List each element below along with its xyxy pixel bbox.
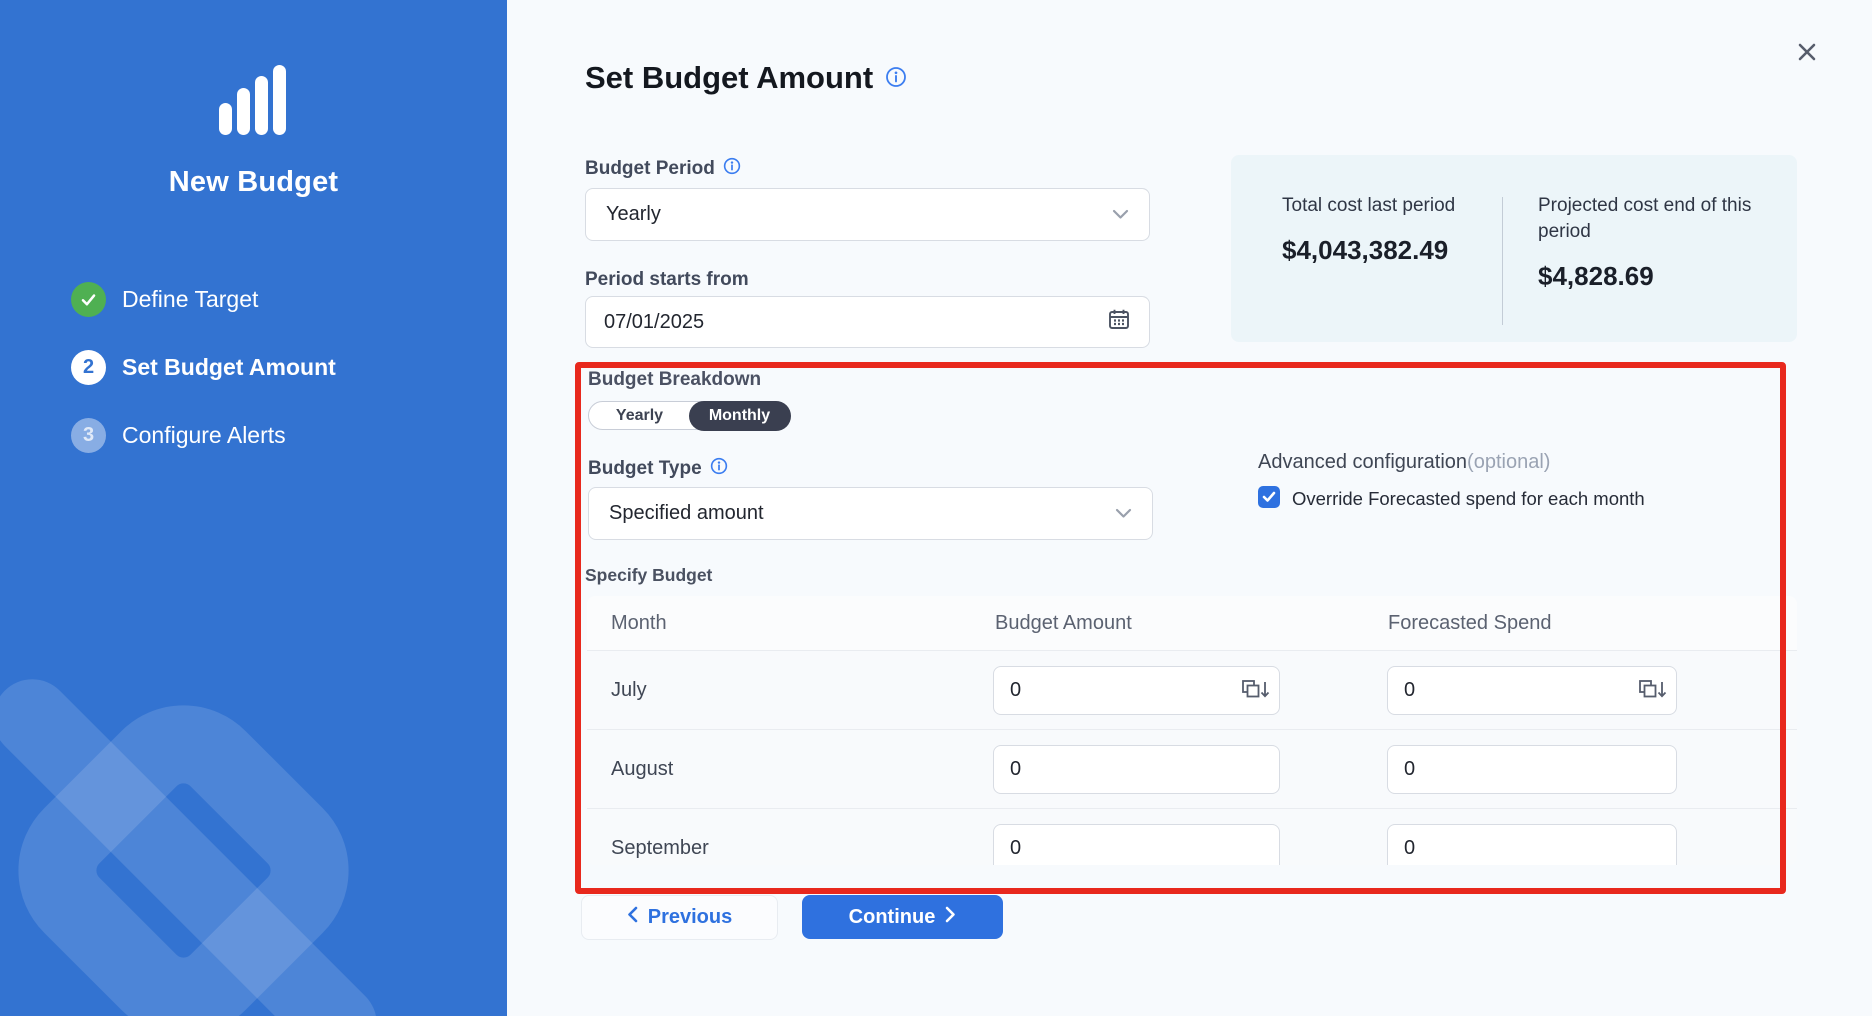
budget-amount-input[interactable] — [993, 745, 1280, 794]
step-number-badge: 2 — [71, 350, 106, 385]
cost-summary-panel: Total cost last period $4,043,382.49 Pro… — [1231, 155, 1797, 342]
chevron-down-icon — [1115, 502, 1132, 525]
chevron-left-icon — [627, 906, 638, 929]
period-starts-label: Period starts from — [585, 269, 749, 291]
continue-button[interactable]: Continue — [802, 895, 1003, 939]
step-set-budget-amount[interactable]: 2 Set Budget Amount — [71, 349, 336, 385]
wizard-sidebar: New Budget Define Target 2 Set Budget Am… — [0, 0, 507, 1016]
breakdown-toggle: Yearly Monthly — [588, 401, 790, 430]
budget-period-select[interactable]: Yearly — [585, 188, 1150, 241]
month-cell: September — [611, 809, 709, 865]
projected-cost-label: Projected cost end of this period — [1538, 193, 1773, 245]
month-cell: July — [611, 651, 647, 729]
budget-amount-input[interactable] — [993, 824, 1280, 865]
info-icon[interactable] — [723, 157, 741, 181]
budget-table-rows: July August — [587, 651, 1797, 865]
forecasted-spend-input[interactable] — [1387, 745, 1677, 794]
column-header-month: Month — [611, 596, 667, 651]
info-icon[interactable] — [885, 60, 907, 96]
step-label: Configure Alerts — [122, 422, 286, 449]
forecasted-spend-input[interactable] — [1387, 824, 1677, 865]
total-cost-label: Total cost last period — [1282, 193, 1482, 219]
step-define-target[interactable]: Define Target — [71, 281, 336, 317]
projected-cost-value: $4,828.69 — [1538, 261, 1773, 292]
forecasted-spend-input[interactable] — [1387, 666, 1677, 715]
step-number-badge: 3 — [71, 418, 106, 453]
vertical-divider — [1502, 197, 1503, 325]
calendar-icon[interactable] — [1107, 307, 1131, 337]
chevron-down-icon — [1112, 203, 1129, 226]
previous-button-label: Previous — [648, 906, 732, 929]
column-header-budget: Budget Amount — [995, 596, 1132, 651]
budget-amount-input[interactable] — [993, 666, 1280, 715]
previous-button[interactable]: Previous — [581, 895, 778, 940]
wizard-title: New Budget — [0, 166, 507, 199]
check-circle-icon — [71, 282, 106, 317]
budget-period-label: Budget Period — [585, 157, 741, 181]
column-header-forecast: Forecasted Spend — [1388, 596, 1551, 651]
page-title: Set Budget Amount — [585, 60, 873, 96]
table-row: September — [587, 809, 1797, 865]
step-label: Define Target — [122, 286, 258, 313]
period-start-date-field[interactable]: 07/01/2025 — [585, 296, 1150, 348]
override-forecast-label: Override Forecasted spend for each month — [1292, 488, 1645, 510]
bar-chart-icon — [219, 65, 289, 135]
copy-down-icon[interactable] — [1637, 678, 1667, 702]
table-header: Month Budget Amount Forecasted Spend — [587, 596, 1797, 651]
close-icon[interactable] — [1791, 36, 1823, 68]
info-icon[interactable] — [710, 457, 728, 481]
advanced-config-label: Advanced configuration(optional) — [1258, 451, 1550, 474]
table-row: July — [587, 651, 1797, 730]
specify-budget-label: Specify Budget — [585, 565, 712, 586]
toggle-option-yearly[interactable]: Yearly — [589, 402, 690, 429]
chevron-right-icon — [945, 906, 956, 929]
step-label: Set Budget Amount — [122, 354, 336, 381]
budget-breakdown-label: Budget Breakdown — [588, 369, 761, 391]
override-forecast-checkbox[interactable] — [1258, 486, 1280, 508]
step-configure-alerts[interactable]: 3 Configure Alerts — [71, 417, 336, 453]
budget-type-value: Specified amount — [609, 502, 1115, 525]
optional-hint: (optional) — [1467, 451, 1550, 473]
toggle-option-monthly[interactable]: Monthly — [689, 401, 791, 431]
page-title-row: Set Budget Amount — [585, 60, 907, 96]
budget-type-select[interactable]: Specified amount — [588, 487, 1153, 540]
table-row: August — [587, 730, 1797, 809]
specify-budget-table: Month Budget Amount Forecasted Spend Jul… — [587, 596, 1797, 865]
budget-type-label: Budget Type — [588, 457, 728, 481]
period-start-date-value: 07/01/2025 — [604, 311, 1107, 334]
copy-down-icon[interactable] — [1240, 678, 1270, 702]
month-cell: August — [611, 730, 673, 808]
budget-period-value: Yearly — [606, 203, 1112, 226]
wizard-steps: Define Target 2 Set Budget Amount 3 Conf… — [71, 281, 336, 453]
total-cost-value: $4,043,382.49 — [1282, 235, 1482, 266]
continue-button-label: Continue — [849, 906, 936, 929]
